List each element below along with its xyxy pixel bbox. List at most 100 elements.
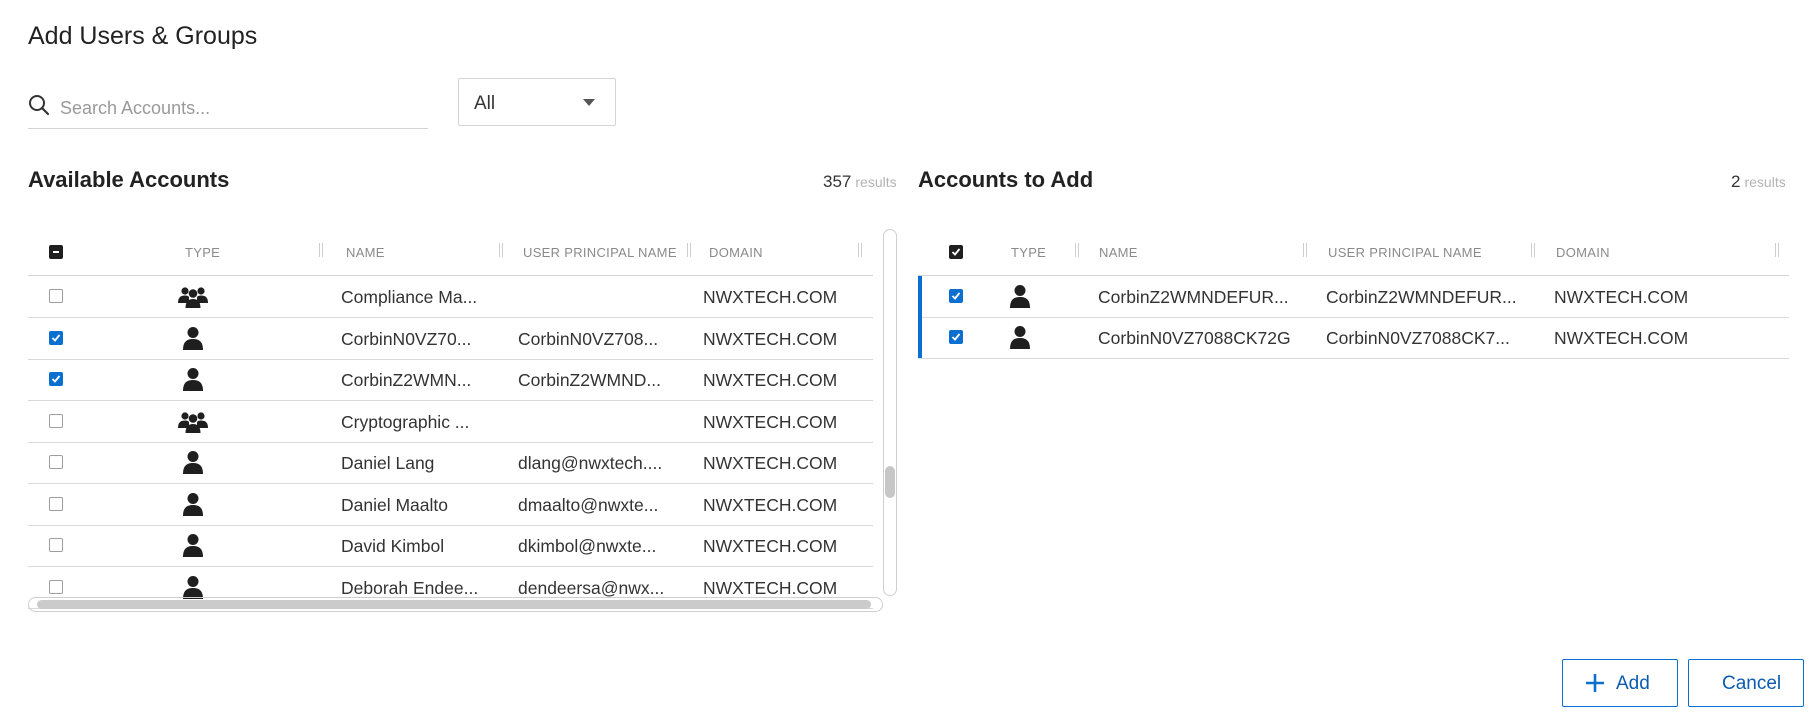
account-domain: NWXTECH.COM: [703, 287, 838, 307]
accounts-to-add-title: Accounts to Add: [918, 167, 1094, 192]
add-button-label: Add: [1616, 673, 1650, 694]
to-add-count-value: 2: [1731, 172, 1741, 191]
to-add-count-suffix: results: [1744, 174, 1786, 190]
search-input[interactable]: [58, 92, 422, 124]
account-upn: dlang@nwxtech....: [518, 453, 663, 473]
to-add-table-header: TYPE NAME USER PRINCIPAL NAME DOMAIN: [918, 229, 1789, 276]
table-row[interactable]: Daniel Lang dlang@nwxtech.... NWXTECH.COM: [28, 442, 873, 484]
row-checkbox[interactable]: [49, 289, 63, 303]
account-upn: dkimbol@nwxte...: [518, 536, 657, 556]
account-type-filter[interactable]: All: [458, 78, 616, 126]
row-checkbox[interactable]: [49, 330, 63, 345]
account-name: Cryptographic ...: [341, 411, 470, 432]
to-add-count: 2 results: [1731, 172, 1786, 192]
row-checkbox[interactable]: [49, 413, 63, 428]
account-upn: CorbinN0VZ7088CK7...: [1326, 328, 1510, 348]
person-icon: [1009, 325, 1031, 354]
column-resize-handle[interactable]: [687, 243, 691, 257]
account-domain: NWXTECH.COM: [703, 536, 838, 556]
column-resize-handle[interactable]: [499, 243, 503, 257]
column-resize-handle[interactable]: [1075, 243, 1079, 257]
column-header-name[interactable]: NAME: [346, 245, 385, 260]
table-row[interactable]: David Kimbol dkimbol@nwxte... NWXTECH.COM: [28, 525, 873, 567]
account-upn: dendeersa@nwx...: [518, 577, 665, 598]
account-upn: CorbinZ2WMND...: [518, 370, 661, 390]
person-icon: [182, 450, 204, 479]
account-domain: NWXTECH.COM: [1554, 287, 1689, 307]
column-resize-handle[interactable]: [1531, 243, 1535, 257]
column-resize-handle[interactable]: [858, 243, 862, 257]
person-icon: [182, 367, 204, 396]
filter-selected-value: All: [474, 93, 496, 114]
add-button[interactable]: Add: [1562, 659, 1678, 707]
account-name: Deborah Endee...: [341, 577, 479, 598]
search-icon: [29, 95, 50, 116]
plus-icon: [1586, 674, 1604, 692]
add-users-groups-dialog: Add Users & Groups All Available Account…: [0, 0, 1817, 725]
dialog-title: Add Users & Groups: [28, 22, 258, 50]
account-name: CorbinN0VZ7088CK72G: [1098, 328, 1291, 348]
person-icon: [182, 492, 204, 521]
account-upn: dmaalto@nwxte...: [518, 494, 659, 515]
account-name: CorbinZ2WMNDEFUR...: [1098, 287, 1289, 307]
available-count-value: 357: [823, 172, 852, 191]
cancel-button[interactable]: Cancel: [1688, 659, 1804, 707]
horizontal-scroll-thumb[interactable]: [37, 600, 871, 609]
table-row[interactable]: Cryptographic ... NWXTECH.COM: [28, 401, 873, 443]
row-checkbox[interactable]: [949, 289, 963, 303]
row-checkbox[interactable]: [949, 330, 963, 344]
person-icon: [182, 326, 204, 355]
column-header-type[interactable]: TYPE: [1011, 245, 1046, 260]
account-upn: CorbinN0VZ708...: [518, 328, 659, 349]
search-box[interactable]: [28, 88, 428, 129]
select-all-available-checkbox[interactable]: [49, 245, 63, 259]
person-icon: [1009, 284, 1031, 313]
available-count: 357 results: [823, 172, 897, 192]
table-row[interactable]: Daniel Maalto dmaalto@nwxte... NWXTECH.COM: [28, 484, 873, 526]
available-accounts-title: Available Accounts: [28, 167, 230, 192]
account-domain: NWXTECH.COM: [1554, 328, 1689, 348]
table-row[interactable]: CorbinZ2WMN... CorbinZ2WMND... NWXTECH.COM: [28, 359, 873, 401]
row-checkbox[interactable]: [49, 496, 63, 511]
column-header-upn[interactable]: USER PRINCIPAL NAME: [1328, 245, 1482, 260]
account-domain: NWXTECH.COM: [703, 411, 838, 432]
account-name: CorbinZ2WMN...: [341, 370, 472, 390]
account-name: Daniel Lang: [341, 453, 435, 473]
column-header-domain[interactable]: DOMAIN: [709, 245, 763, 260]
cancel-button-label: Cancel: [1722, 673, 1782, 694]
table-row[interactable]: Compliance Ma... NWXTECH.COM: [28, 276, 873, 318]
column-header-name[interactable]: NAME: [1099, 245, 1138, 260]
table-row[interactable]: CorbinN0VZ7088CK72G CorbinN0VZ7088CK7... N…: [918, 317, 1789, 359]
column-header-domain[interactable]: DOMAIN: [1556, 245, 1610, 260]
account-domain: NWXTECH.COM: [703, 370, 838, 390]
group-icon: [178, 286, 208, 313]
horizontal-scrollbar[interactable]: [28, 597, 883, 612]
column-resize-handle[interactable]: [1303, 243, 1307, 257]
column-header-upn[interactable]: USER PRINCIPAL NAME: [523, 245, 677, 260]
column-resize-handle[interactable]: [319, 243, 323, 257]
row-selected-indicator: [918, 317, 922, 358]
vertical-scrollbar[interactable]: [883, 229, 897, 596]
available-table-header: TYPE NAME USER PRINCIPAL NAME DOMAIN: [28, 229, 873, 276]
account-domain: NWXTECH.COM: [703, 577, 838, 598]
account-name: David Kimbol: [341, 536, 445, 556]
row-checkbox[interactable]: [49, 538, 63, 552]
row-checkbox[interactable]: [49, 579, 63, 594]
chevron-down-icon: [583, 99, 595, 106]
column-resize-handle[interactable]: [1775, 243, 1779, 257]
table-row[interactable]: CorbinN0VZ70... CorbinN0VZ708... NWXTECH.C…: [28, 318, 873, 360]
account-name: Compliance Ma...: [341, 287, 478, 307]
account-name: Daniel Maalto: [341, 494, 448, 515]
account-upn: CorbinZ2WMNDEFUR...: [1326, 287, 1517, 307]
row-checkbox[interactable]: [49, 372, 63, 386]
select-all-to-add-checkbox[interactable]: [949, 245, 963, 259]
account-domain: NWXTECH.COM: [703, 494, 838, 515]
vertical-scroll-thumb[interactable]: [885, 466, 895, 498]
table-row[interactable]: CorbinZ2WMNDEFUR... CorbinZ2WMNDEFUR... NW…: [918, 276, 1789, 318]
column-header-type[interactable]: TYPE: [185, 245, 220, 260]
person-icon: [182, 533, 204, 562]
account-domain: NWXTECH.COM: [703, 453, 838, 473]
row-checkbox[interactable]: [49, 455, 63, 469]
account-name: CorbinN0VZ70...: [341, 328, 472, 349]
row-selected-indicator: [918, 276, 922, 317]
